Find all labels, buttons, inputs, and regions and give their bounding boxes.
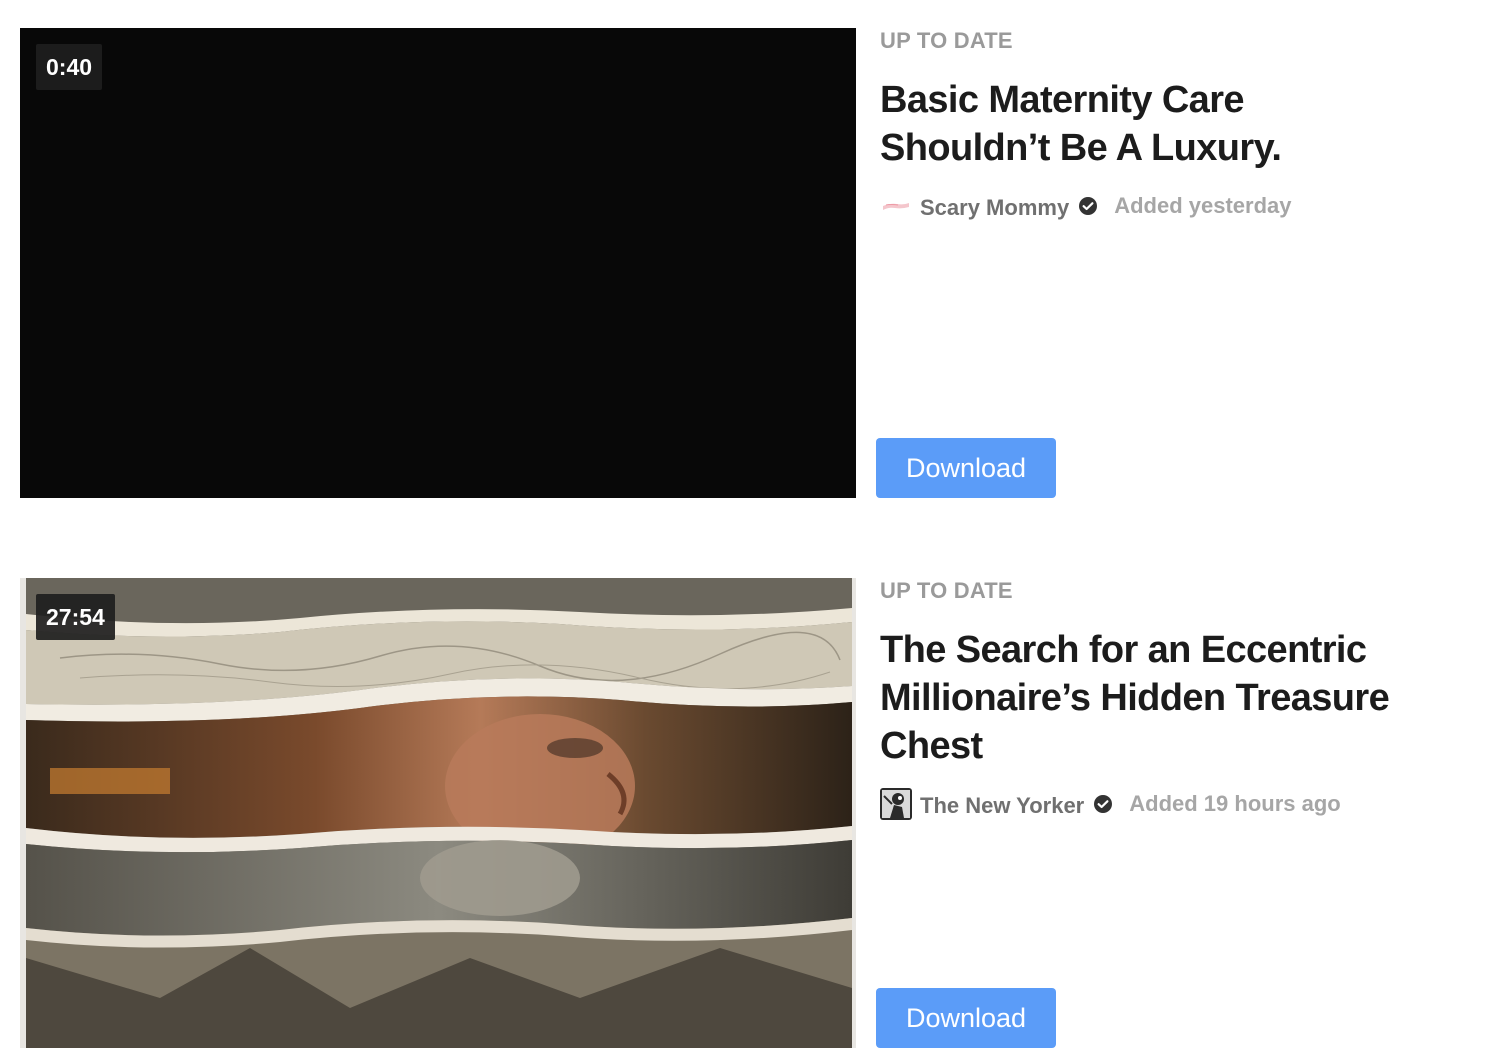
video-thumbnail[interactable]: 0:40	[20, 28, 856, 498]
video-meta: The New Yorker Added 19 hours ago	[880, 788, 1341, 820]
video-title[interactable]: The Search for an Eccentric Millionaire’…	[880, 626, 1420, 770]
publisher-logo-icon	[880, 190, 912, 222]
video-title[interactable]: Basic Maternity Care Shouldn’t Be A Luxu…	[880, 76, 1420, 172]
video-meta: Scary Mommy Added yesterday	[880, 190, 1291, 222]
download-button[interactable]: Download	[876, 438, 1056, 498]
video-info: UP TO DATE Basic Maternity Care Shouldn’…	[876, 28, 1450, 498]
added-time: Added 19 hours ago	[1129, 791, 1341, 816]
category-label: UP TO DATE	[880, 28, 1013, 53]
duration-badge: 0:40	[36, 44, 103, 90]
publisher-logo-icon	[880, 788, 912, 820]
video-info: UP TO DATE The Search for an Eccentric M…	[876, 578, 1450, 1048]
verified-check-icon	[1093, 794, 1113, 814]
duration-badge: 27:54	[36, 594, 115, 640]
publisher-name[interactable]: The New Yorker	[920, 789, 1084, 819]
verified-check-icon	[1078, 196, 1098, 216]
publisher-name[interactable]: Scary Mommy	[920, 191, 1069, 221]
download-button[interactable]: Download	[876, 988, 1056, 1048]
thumbnail-collage-image	[20, 578, 856, 1048]
category-label: UP TO DATE	[880, 578, 1013, 603]
video-thumbnail[interactable]: 27:54	[20, 578, 856, 1048]
added-time: Added yesterday	[1114, 193, 1292, 218]
